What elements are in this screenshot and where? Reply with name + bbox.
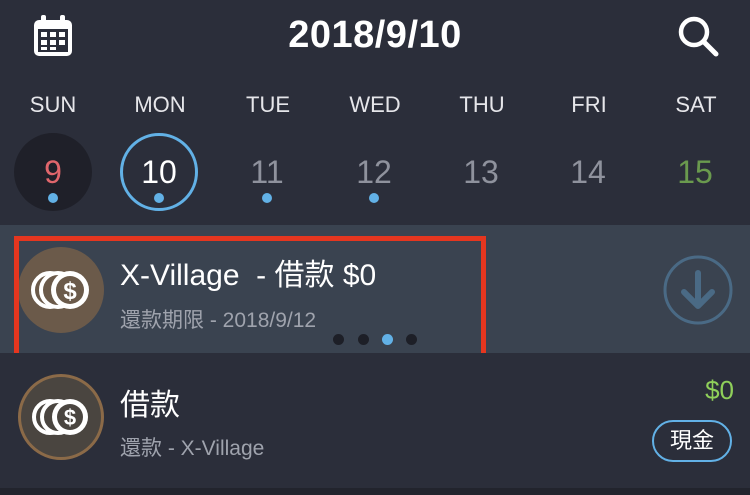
search-icon[interactable]	[676, 14, 720, 58]
event-dot	[369, 193, 379, 203]
event-dot	[262, 193, 272, 203]
weekday-fri: FRI	[571, 92, 607, 117]
weekday-thu: THU	[459, 92, 505, 117]
day-13[interactable]: 13	[442, 133, 520, 211]
day-11[interactable]: 11	[228, 133, 306, 211]
week-day-strip: 9 10 11 12 13 14 15	[0, 133, 750, 213]
download-icon[interactable]	[662, 254, 734, 326]
day-12[interactable]: 12	[335, 133, 413, 211]
day-9[interactable]: 9	[14, 133, 92, 211]
event-dot	[154, 193, 164, 203]
item-subtitle: 還款 - X-Village	[120, 437, 265, 460]
weekday-header: SUN MON TUE WED THU FRI SAT	[0, 92, 750, 122]
day-10-selected[interactable]: 10	[120, 133, 198, 211]
day-number: 14	[570, 154, 606, 190]
payment-method-badge: 現金	[652, 420, 732, 462]
app-header: 2018/9/10	[0, 0, 750, 80]
page-title: 2018/9/10	[288, 14, 462, 56]
weekday-mon: MON	[134, 92, 186, 117]
weekday-sun: SUN	[29, 92, 77, 117]
event-dot	[48, 193, 58, 203]
weekday-sat: SAT	[675, 92, 717, 117]
svg-text:$: $	[64, 405, 76, 430]
item-title: 借款	[120, 389, 180, 422]
day-15[interactable]: 15	[656, 133, 734, 211]
day-14[interactable]: 14	[549, 133, 627, 211]
divider	[0, 488, 750, 495]
list-item-repayment[interactable]	[0, 353, 750, 488]
amount-value: $0	[705, 375, 734, 405]
day-number: 13	[463, 154, 499, 190]
day-number: 15	[677, 154, 713, 190]
weekday-tue: TUE	[246, 92, 290, 117]
highlight-box	[14, 236, 486, 365]
weekday-wed: WED	[349, 92, 401, 117]
coins-icon: $	[18, 374, 104, 460]
